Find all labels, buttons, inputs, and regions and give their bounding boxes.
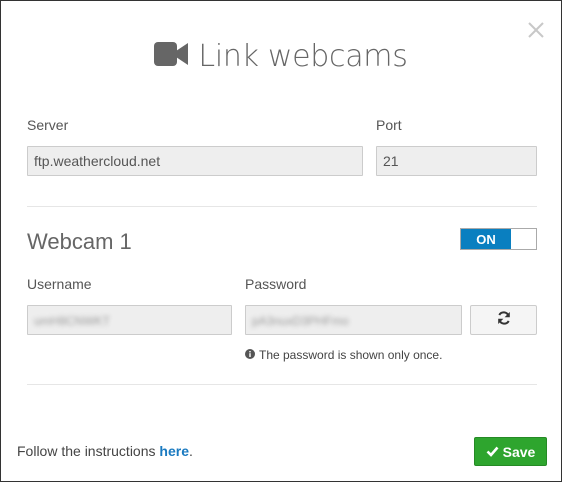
password-note: The password is shown only once. (245, 348, 442, 362)
divider-bottom (27, 384, 537, 385)
password-label: Password (245, 276, 307, 292)
webcam-toggle[interactable]: ON (460, 228, 537, 250)
instructions-link[interactable]: here (159, 443, 189, 459)
video-camera-icon (154, 41, 189, 72)
webcam-title: Webcam 1 (27, 229, 132, 254)
toggle-on-label: ON (461, 229, 511, 249)
password-value: pA3nuxD3PHFmo (252, 314, 349, 328)
regenerate-password-button[interactable] (470, 305, 537, 335)
footer-text-suffix: . (188, 443, 193, 459)
dialog-title-text: Link webcams (198, 39, 408, 74)
checkmark-icon (486, 444, 499, 460)
close-icon[interactable] (525, 19, 547, 41)
username-label: Username (27, 276, 92, 292)
link-webcams-dialog: Link webcams Server ftp.weathercloud.net… (0, 0, 562, 482)
server-input[interactable]: ftp.weathercloud.net (27, 146, 363, 176)
refresh-icon (497, 310, 511, 330)
password-note-text: The password is shown only once. (259, 348, 443, 362)
footer-instructions: Follow the instructions here. (17, 443, 193, 459)
footer-text-prefix: Follow the instructions (17, 443, 160, 459)
info-icon (245, 348, 255, 362)
server-label: Server (27, 117, 69, 133)
username-input[interactable]: umH8CNWKT (27, 305, 232, 335)
port-input[interactable]: 21 (376, 146, 537, 176)
save-label: Save (502, 443, 536, 460)
save-button[interactable]: Save (474, 437, 547, 466)
port-label: Port (376, 117, 402, 133)
divider-top (27, 206, 537, 207)
username-value: umH8CNWKT (34, 314, 111, 328)
password-input[interactable]: pA3nuxD3PHFmo (245, 305, 462, 335)
dialog-title: Link webcams (1, 39, 561, 74)
